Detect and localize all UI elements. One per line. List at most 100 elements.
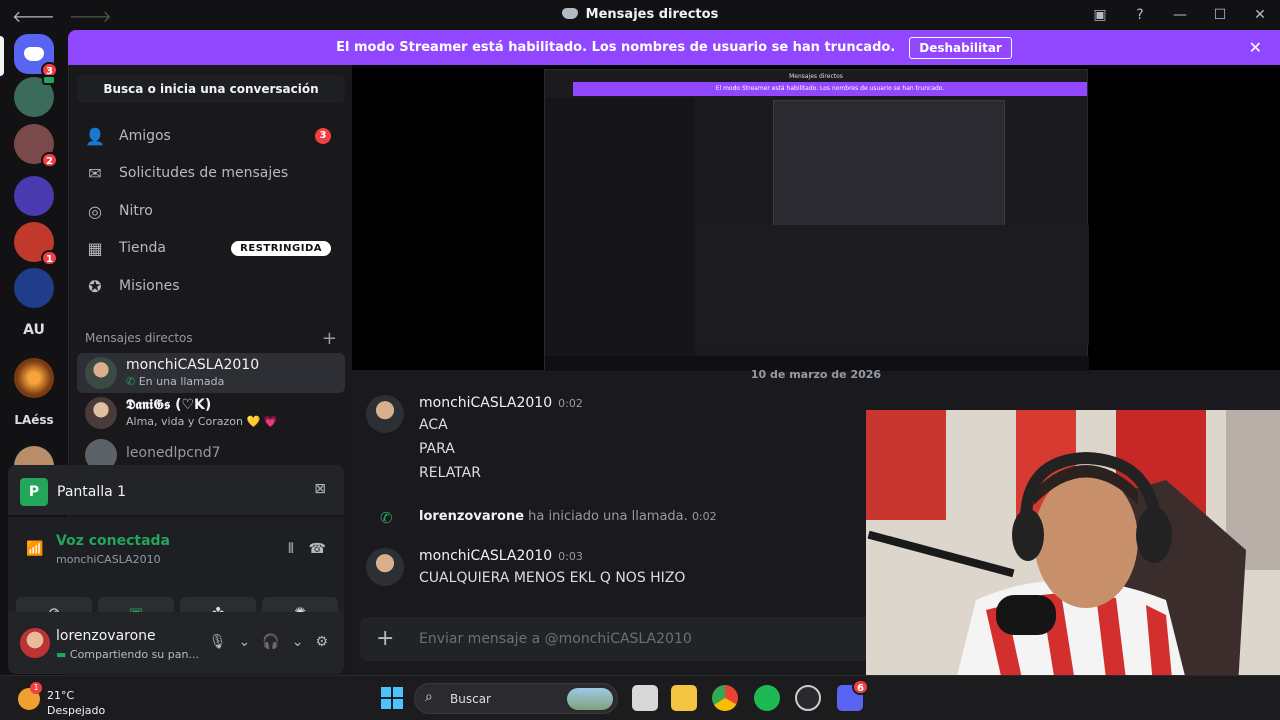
discord-taskbar-icon[interactable]: 6 (837, 679, 869, 711)
nav-friends[interactable]: 👤 Amigos 3 (77, 118, 345, 154)
system-time: 0:02 (691, 510, 717, 523)
user-name: lorenzovarone (56, 628, 156, 644)
server-avatar-5[interactable] (14, 268, 54, 308)
avatar[interactable] (366, 548, 404, 586)
microphone-icon[interactable]: 🎙 (209, 634, 227, 650)
chevron-down-icon[interactable]: ⌄ (239, 634, 251, 650)
plus-icon[interactable]: + (322, 328, 337, 349)
discord-logo-icon (561, 8, 578, 19)
task-view-icon[interactable] (632, 685, 658, 711)
server-badge: 2 (41, 152, 58, 168)
maximize-button[interactable]: ☐ (1200, 7, 1240, 23)
phone-icon: ✆ (380, 509, 393, 527)
taskbar-search-label: Buscar (450, 692, 491, 706)
close-icon[interactable]: ✕ (1249, 38, 1262, 57)
dm-item[interactable]: monchiCASLA2010 ✆ En una llamada (77, 353, 345, 393)
screen-share-panel: P Pantalla 1 ⊠ (8, 465, 344, 515)
help-icon[interactable]: ? (1120, 7, 1160, 23)
windows-taskbar: 1 21°C Despejado ⌕ Buscar 6 (0, 675, 1280, 720)
message-author[interactable]: monchiCASLA2010 (419, 548, 552, 564)
server-avatar-4[interactable]: 1 (14, 222, 58, 266)
message-header: monchiCASLA2010 0:03 (419, 548, 583, 564)
message-text: ACA (419, 417, 448, 433)
server-avatar-2[interactable]: 2 (14, 124, 58, 168)
screen-icon: P (20, 478, 48, 506)
weather-badge: 1 (30, 682, 42, 694)
server-avatar-1[interactable] (14, 75, 56, 117)
voice-channel-name: monchiCASLA2010 (56, 553, 161, 566)
friends-icon: 👤 (85, 126, 105, 146)
nav-label: Nitro (119, 203, 153, 219)
message-text: PARA (419, 441, 455, 457)
screen-title: Pantalla 1 (57, 484, 127, 500)
server-badge: 1 (41, 250, 58, 266)
preview-sidebar (545, 98, 695, 370)
spotify-icon[interactable] (754, 685, 780, 711)
nav-shop[interactable]: ▦ Tienda RESTRINGIDA (77, 230, 345, 266)
server-avatar-3[interactable] (14, 176, 54, 216)
server-au[interactable]: AU (0, 322, 68, 338)
banner-message: El modo Streamer está habilitado. Los no… (336, 40, 896, 55)
server-laess[interactable]: LAéss (0, 413, 68, 427)
quests-icon: ✪ (88, 276, 102, 296)
nav-nitro[interactable]: ◎ Nitro (77, 193, 345, 229)
nav-message-requests[interactable]: ✉ Solicitudes de mensajes (77, 155, 345, 191)
user-avatar[interactable] (20, 628, 50, 658)
avatar[interactable] (366, 395, 404, 433)
message-text: RELATAR (419, 465, 481, 481)
nav-label: Misiones (119, 278, 180, 294)
nav-label: Solicitudes de mensajes (119, 165, 289, 181)
envelope-icon: ✉ (88, 163, 102, 183)
taskbar-search[interactable]: ⌕ Buscar (414, 683, 618, 714)
dm-status: ✆ En una llamada (126, 375, 224, 388)
search-icon: ⌕ (425, 689, 433, 705)
stream-view[interactable]: Mensajes directos El modo Streamer está … (352, 65, 1280, 371)
system-user[interactable]: lorenzovarone (419, 509, 524, 524)
message-time: 0:02 (558, 397, 583, 410)
preview-nested-screen (773, 100, 1005, 228)
chevron-down-icon[interactable]: ⌄ (292, 634, 304, 650)
user-status: ▬ Compartiendo su pan... (56, 648, 199, 661)
friends-badge: 3 (315, 128, 331, 144)
add-attachment-icon[interactable]: + (376, 626, 394, 651)
disconnect-icon[interactable]: ☎ (309, 541, 326, 557)
message-author[interactable]: monchiCASLA2010 (419, 395, 552, 411)
message-header: monchiCASLA2010 0:02 (419, 395, 583, 411)
system-text: ha iniciado una llamada. (528, 509, 688, 524)
disable-streamer-button[interactable]: Deshabilitar (909, 36, 1012, 59)
nav-quests[interactable]: ✪ Misiones (77, 268, 345, 304)
windows-start-icon[interactable] (379, 685, 405, 711)
headphones-icon[interactable]: 🎧 (262, 634, 279, 650)
preview-banner: El modo Streamer está habilitado. Los no… (573, 82, 1087, 96)
dm-item[interactable]: leonedlpcnd7 (77, 435, 345, 471)
nitro-icon: ◎ (88, 201, 102, 221)
obs-icon[interactable] (795, 685, 821, 711)
dm-name: 𝕯𝖆𝖓𝖎𝕲𝖘 (♡K) (126, 397, 212, 413)
user-panel: lorenzovarone ▬ Compartiendo su pan... 🎙… (8, 612, 344, 674)
inbox-icon[interactable]: ▣ (1080, 7, 1120, 23)
window-title-text: Mensajes directos (585, 7, 719, 22)
search-highlight-image (567, 688, 613, 710)
minimize-button[interactable]: — (1160, 7, 1200, 23)
dm-header-label: Mensajes directos (85, 331, 193, 345)
server-avatar-6[interactable] (14, 358, 54, 398)
selected-pill (0, 36, 4, 76)
date-divider: 10 de marzo de 2026 (750, 368, 882, 381)
stop-share-icon[interactable]: ⊠ (314, 481, 326, 497)
noise-suppression-icon[interactable]: ⦀ (288, 541, 294, 557)
message-text: CUALQUIERA MENOS EKL Q NOS HIZO (419, 570, 686, 586)
dm-status: Alma, vida y Corazon 💛 💗 (126, 415, 278, 428)
home-dm-button[interactable]: 3 (14, 34, 58, 78)
dm-header: Mensajes directos + (85, 328, 337, 349)
search-conversation-button[interactable]: Busca o inicia una conversación (77, 75, 345, 103)
dm-status-text: En una llamada (138, 375, 225, 388)
dm-item[interactable]: 𝕯𝖆𝖓𝖎𝕲𝖘 (♡K) Alma, vida y Corazon 💛 💗 (77, 393, 345, 433)
chrome-icon[interactable] (712, 685, 738, 711)
file-explorer-icon[interactable] (671, 685, 697, 711)
nav-label: Amigos (119, 128, 171, 144)
gear-icon[interactable]: ⚙ (315, 634, 328, 650)
close-window-button[interactable]: ✕ (1240, 7, 1280, 23)
weather-condition: Despejado (47, 704, 106, 717)
screen-icon: ▬ (56, 648, 70, 661)
weather-temp: 21°C (47, 689, 75, 702)
